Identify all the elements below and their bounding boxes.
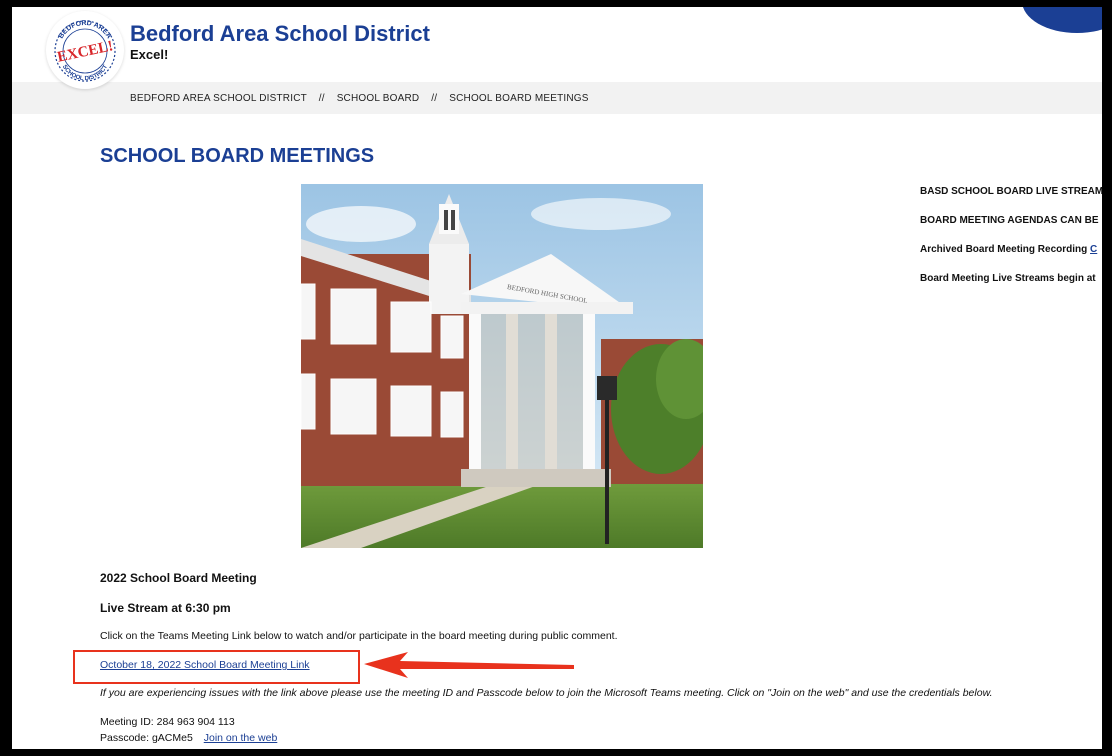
page-title: SCHOOL BOARD MEETINGS bbox=[100, 145, 375, 167]
side-notes-column: BASD SCHOOL BOARD LIVE STREAM BOARD MEET… bbox=[920, 186, 1102, 302]
district-logo[interactable]: BEDFORD AREA SCHOOL DISTRICT EXCEL! bbox=[46, 11, 124, 89]
meeting-id: Meeting ID: 284 963 904 113 bbox=[100, 716, 235, 728]
site-title[interactable]: Bedford Area School District bbox=[130, 21, 430, 47]
live-stream-heading: Live Stream at 6:30 pm bbox=[100, 601, 231, 615]
corner-decoration bbox=[1022, 7, 1102, 33]
side-note-live-stream: BASD SCHOOL BOARD LIVE STREAM bbox=[920, 186, 1102, 197]
passcode-line: Passcode: gACMe5 Join on the web bbox=[100, 732, 277, 744]
breadcrumb-separator: // bbox=[318, 93, 325, 104]
meeting-heading: 2022 School Board Meeting bbox=[100, 571, 257, 585]
teams-instructions: Click on the Teams Meeting Link below to… bbox=[100, 630, 618, 642]
site-tagline: Excel! bbox=[130, 47, 169, 62]
browser-page: BEDFORD AREA SCHOOL DISTRICT EXCEL! Bedf… bbox=[12, 7, 1102, 749]
breadcrumb-item-current: SCHOOL BOARD MEETINGS bbox=[449, 93, 589, 104]
svg-text:BEDFORD AREA: BEDFORD AREA bbox=[58, 20, 113, 40]
join-on-web-link[interactable]: Join on the web bbox=[204, 732, 278, 744]
side-note-archived-label: Archived Board Meeting Recording bbox=[920, 244, 1088, 255]
annotation-arrow-icon bbox=[364, 652, 574, 678]
side-note-archived: Archived Board Meeting Recording C bbox=[920, 244, 1102, 273]
side-note-live-begin: Board Meeting Live Streams begin at bbox=[920, 273, 1096, 284]
passcode: Passcode: gACMe5 bbox=[100, 732, 193, 744]
meeting-link[interactable]: October 18, 2022 School Board Meeting Li… bbox=[100, 659, 310, 671]
side-note-agendas: BOARD MEETING AGENDAS CAN BE bbox=[920, 215, 1099, 226]
high-school-photo: BEDFORD HIGH SCHOOL bbox=[301, 184, 703, 548]
troubleshooting-note: If you are experiencing issues with the … bbox=[100, 687, 993, 699]
breadcrumb-item-district[interactable]: BEDFORD AREA SCHOOL DISTRICT bbox=[130, 93, 307, 104]
archived-recordings-link[interactable]: C bbox=[1090, 244, 1097, 255]
breadcrumb: BEDFORD AREA SCHOOL DISTRICT // SCHOOL B… bbox=[12, 82, 1102, 114]
site-header: BEDFORD AREA SCHOOL DISTRICT EXCEL! Bedf… bbox=[12, 7, 1102, 89]
breadcrumb-item-school-board[interactable]: SCHOOL BOARD bbox=[337, 93, 420, 104]
excel-seal-icon: BEDFORD AREA SCHOOL DISTRICT EXCEL! bbox=[54, 20, 116, 82]
breadcrumb-separator: // bbox=[431, 93, 438, 104]
